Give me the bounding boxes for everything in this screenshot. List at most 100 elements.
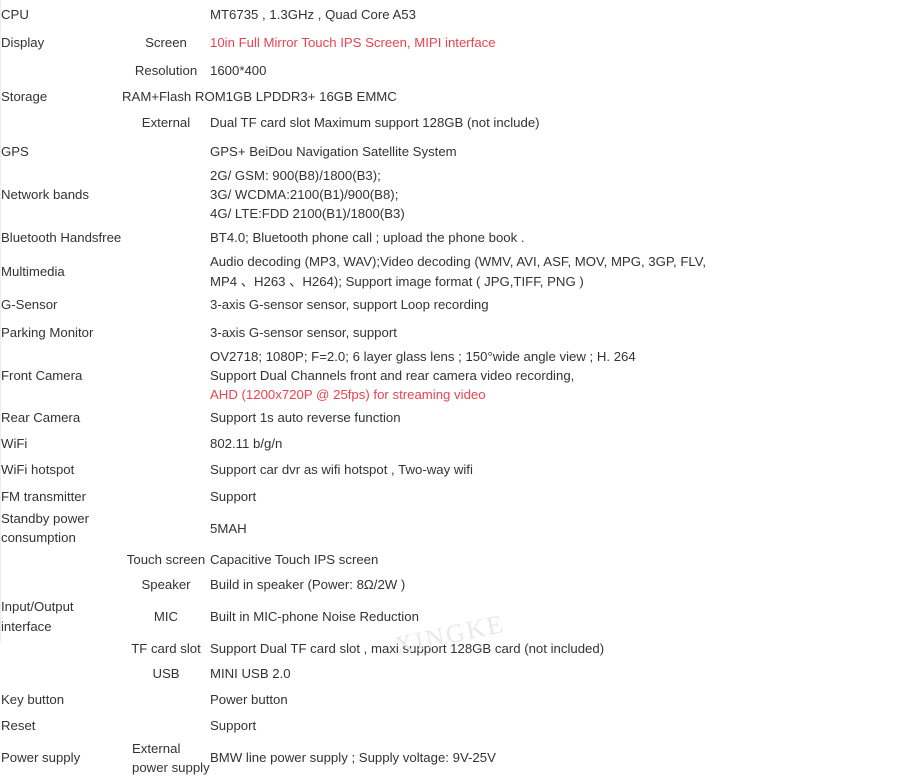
spec-row-label: Rear Camera	[1, 409, 81, 425]
spec-value-line: Audio decoding (MP3, WAV);Video decoding…	[210, 254, 706, 270]
spec-row: WiFi hotspot Support car dvr as wifi hots…	[1, 456, 900, 483]
spec-value-line: 802.11 b/g/n	[210, 435, 283, 451]
spec-row-value: 5MAH	[210, 509, 900, 547]
spec-row-subheading: Speaker	[141, 577, 191, 593]
spec-row: GPS GPS+ BeiDou Navigation Satellite Syst…	[1, 137, 900, 166]
spec-value-line: 5MAH	[210, 520, 247, 536]
spec-row-label: WiFi	[1, 435, 28, 451]
spec-value-line: 3G/ WCDMA:2100(B1)/900(B8);	[210, 187, 399, 203]
spec-row-subheading	[122, 509, 210, 547]
spec-row-label: Input/Output interface	[1, 599, 74, 634]
spec-value-line: Support car dvr as wifi hotspot , Two-wa…	[210, 462, 473, 478]
spec-row-value: Support car dvr as wifi hotspot , Two-wa…	[210, 456, 900, 483]
spec-row: External Dual TF card slot Maximum suppor…	[1, 109, 900, 137]
spec-row: WiFi 802.11 b/g/n	[1, 430, 900, 456]
spec-value-line: MINI USB 2.0	[210, 666, 291, 682]
spec-row-label	[1, 572, 122, 597]
spec-value-line: Dual TF card slot Maximum support 128GB …	[210, 115, 540, 131]
spec-row-subheading	[122, 404, 210, 430]
spec-row-subheading	[122, 318, 210, 347]
spec-row-label: G-Sensor	[1, 296, 58, 312]
spec-row-subheading	[122, 223, 210, 252]
spec-row-value: Power button	[210, 687, 900, 713]
spec-row-label: Front Camera	[1, 367, 83, 383]
spec-row-label: FM transmitter	[1, 488, 86, 504]
spec-row-value: Support 1s auto reverse function	[210, 404, 900, 430]
spec-row-value: Build in speaker (Power: 8Ω/2W )	[210, 572, 900, 597]
spec-row-subheading	[122, 0, 210, 29]
spec-row-subheading	[122, 137, 210, 166]
spec-row: Bluetooth Handsfree BT4.0; Bluetooth phon…	[1, 223, 900, 252]
spec-row-label: WiFi hotspot	[1, 462, 75, 478]
spec-row-value: Audio decoding (MP3, WAV);Video decoding…	[210, 252, 900, 290]
spec-row-label	[1, 661, 122, 687]
spec-row-label	[1, 109, 122, 137]
spec-value-line: 2G/ GSM: 900(B8)/1800(B3);	[210, 168, 381, 183]
spec-row-value: Dual TF card slot Maximum support 128GB …	[210, 109, 900, 137]
spec-row-value: RAM+Flash ROM1GB LPDDR3+ 16GB EMMC	[122, 85, 900, 109]
spec-row-value: GPS+ BeiDou Navigation Satellite System	[210, 137, 900, 166]
spec-value-line: AHD (1200x720P @ 25fps) for streaming vi…	[210, 386, 486, 402]
spec-value-line: 3-axis G-sensor sensor, support	[210, 324, 397, 340]
spec-row-label: Reset	[1, 718, 36, 734]
spec-value-line: Capacitive Touch IPS screen	[210, 552, 379, 568]
spec-row: Display Screen 10in Full Mirror Touch IPS …	[1, 29, 900, 57]
spec-row: Touch screen Capacitive Touch IPS screen	[1, 547, 900, 572]
spec-row: Front Camera OV2718; 1080P; F=2.0; 6 laye…	[1, 347, 900, 404]
spec-row-value: 10in Full Mirror Touch IPS Screen, MIPI …	[210, 29, 900, 57]
spec-row-value: Support	[210, 483, 900, 509]
spec-row-subheading: External	[141, 115, 191, 131]
spec-value-line: Support	[210, 488, 257, 504]
spec-row-value: Support Dual TF card slot , maxi support…	[210, 636, 900, 661]
spec-value-line: Support Dual TF card slot , maxi support…	[210, 640, 605, 656]
spec-value-line: OV2718; 1080P; F=2.0; 6 layer glass lens…	[210, 348, 636, 364]
spec-row-value: 3-axis G-sensor sensor, support	[210, 318, 900, 347]
spec-row: Resolution 1600*400	[1, 57, 900, 85]
spec-row-subheading: External power supply	[132, 740, 210, 775]
spec-row-subheading: Screen	[145, 35, 187, 51]
specification-sheet: CPU MT6735 , 1.3GHz , Quad Core A53 Displa…	[0, 0, 900, 775]
spec-row-value: MT6735 , 1.3GHz , Quad Core A53	[210, 0, 900, 29]
spec-row-label: CPU	[1, 6, 29, 22]
spec-row-value: Support	[210, 713, 900, 739]
spec-row-subheading	[122, 291, 210, 318]
spec-value-line: BMW line power supply ; Supply voltage: …	[210, 750, 496, 766]
spec-row-value: 802.11 b/g/n	[210, 430, 900, 456]
spec-row-subheading	[122, 456, 210, 483]
spec-value-line: Support 1s auto reverse function	[210, 409, 401, 425]
spec-row: CPU MT6735 , 1.3GHz , Quad Core A53	[1, 0, 900, 29]
spec-value-line: GPS+ BeiDou Navigation Satellite System	[210, 143, 457, 159]
spec-value-line: RAM+Flash ROM1GB LPDDR3+ 16GB EMMC	[122, 89, 397, 105]
spec-row: Parking Monitor 3-axis G-sensor sensor, s…	[1, 318, 900, 347]
spec-value-line: Built in MIC-phone Noise Reduction	[210, 608, 419, 624]
spec-row-label: Multimedia	[1, 263, 65, 279]
spec-row-subheading: Resolution	[134, 63, 198, 79]
spec-row-subheading	[122, 430, 210, 456]
spec-row: Standby power consumption 5MAH	[1, 509, 900, 547]
spec-row: Speaker Build in speaker (Power: 8Ω/2W )	[1, 572, 900, 597]
spec-row-label: Display	[1, 35, 45, 51]
spec-row-label: Bluetooth Handsfree	[1, 230, 122, 246]
spec-value-line: Support Dual Channels front and rear cam…	[210, 367, 575, 383]
spec-value-line: 4G/ LTE:FDD 2100(B1)/1800(B3)	[210, 206, 405, 222]
spec-row-value: Built in MIC-phone Noise Reduction	[210, 597, 900, 635]
spec-value-line: BT4.0; Bluetooth phone call ; upload the…	[210, 230, 525, 246]
spec-row: Input/Output interface MIC Built in MIC-ph…	[1, 597, 900, 635]
spec-row-subheading	[122, 687, 210, 713]
spec-row-subheading: USB	[152, 666, 180, 682]
spec-row-label	[1, 547, 122, 572]
spec-row: Rear Camera Support 1s auto reverse funct…	[1, 404, 900, 430]
spec-value-line: 10in Full Mirror Touch IPS Screen, MIPI …	[210, 35, 496, 51]
spec-row: TF card slot Support Dual TF card slot , …	[1, 636, 900, 661]
spec-row-subheading	[122, 483, 210, 509]
spec-row-subheading: Touch screen	[126, 552, 206, 568]
spec-row: USB MINI USB 2.0	[1, 661, 900, 687]
spec-row-label: Key button	[1, 692, 65, 708]
spec-row: Power supply External power supply BMW lin…	[1, 739, 900, 777]
spec-row-value: BT4.0; Bluetooth phone call ; upload the…	[210, 223, 900, 252]
specification-table-body: CPU MT6735 , 1.3GHz , Quad Core A53 Displa…	[1, 0, 900, 777]
spec-value-line: 1600*400	[210, 63, 267, 79]
spec-row-subheading	[122, 713, 210, 739]
spec-row-value: 1600*400	[210, 57, 900, 85]
spec-row-subheading: MIC	[153, 608, 179, 624]
